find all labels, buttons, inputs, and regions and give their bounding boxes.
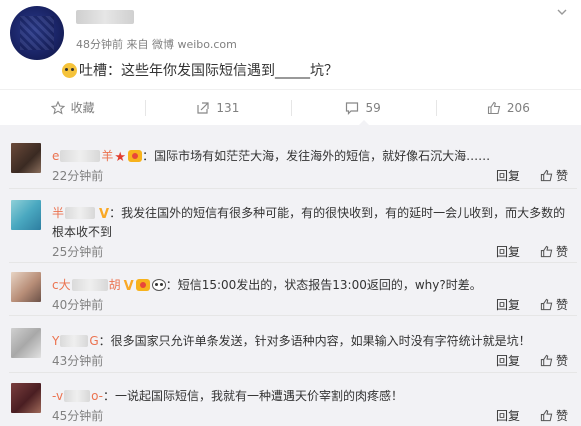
post-text-row: 吐槽：这些年你发国际短信遇到_____坑？: [62, 60, 338, 80]
comment-like-label: 赞: [556, 298, 569, 312]
comment-icon: [346, 101, 359, 115]
comment-like-button[interactable]: 赞: [540, 352, 568, 369]
reply-button[interactable]: 回复: [496, 296, 520, 313]
like-button[interactable]: 206: [435, 90, 581, 125]
weibo-post: 48分钟前 来自 微博 weibo.com 吐槽：这些年你发国际短信遇到____…: [0, 0, 581, 126]
post-action-bar: 收藏 131 59 206: [0, 89, 581, 126]
post-meta: 48分钟前 来自 微博 weibo.com: [76, 38, 237, 51]
comment-text: ：短信15:00发出的，状态报告13:00返回的，why?时差。: [165, 278, 482, 292]
comment-like-label: 赞: [556, 169, 569, 183]
comment-time: 40分钟前: [52, 298, 104, 312]
comment-line: c大 胡 V ：短信15:00发出的，状态报告13:00返回的，why?时差。: [52, 276, 482, 294]
post-text: 吐槽：这些年你发国际短信遇到_____坑？: [79, 63, 338, 79]
like-icon: [540, 409, 553, 422]
comment-button[interactable]: 59: [290, 90, 436, 126]
comment-line: Y G ：很多国家只允许单条发送，针对多语种内容，如果输入时没有字符统计就是坑！: [52, 332, 531, 349]
reply-button[interactable]: 回复: [496, 352, 520, 369]
post-username-blurred[interactable]: [76, 10, 134, 24]
avatar[interactable]: [11, 272, 41, 302]
comment-line: e 羊 ★ ：国际市场有如茫茫大海，发往海外的短信，就好像石沉大海……: [52, 147, 491, 165]
vip-badge-icon: [135, 278, 150, 291]
comment-text-continued: 根本收不到: [52, 225, 113, 239]
commenter-name-start[interactable]: c大: [52, 276, 71, 293]
reply-button[interactable]: 回复: [496, 243, 520, 260]
like-icon: [540, 169, 553, 182]
comment-time: 22分钟前: [52, 169, 104, 183]
verified-v-icon: V: [99, 206, 110, 222]
like-icon: [540, 245, 553, 258]
like-icon: [540, 354, 553, 367]
commenter-name-blurred: [60, 149, 101, 162]
repost-count: 131: [216, 100, 240, 115]
panda-badge-icon: [151, 278, 166, 291]
post-avatar[interactable]: [10, 6, 64, 60]
commenter-name-end[interactable]: 羊: [101, 147, 113, 164]
comment-count: 59: [365, 100, 381, 115]
reply-button[interactable]: 回复: [496, 167, 520, 184]
comment-like-button[interactable]: 赞: [540, 296, 568, 313]
like-icon: [487, 101, 501, 114]
commenter-name-end[interactable]: G: [89, 334, 98, 348]
comment-text: ：我发往国外的短信有很多种可能，有的很快收到，有的延时一会儿收到，而大多数的: [109, 206, 566, 220]
divider: [9, 262, 577, 263]
repost-icon: [197, 101, 210, 114]
commenter-name-blurred: [60, 334, 89, 347]
comment-time: 25分钟前: [52, 245, 104, 259]
comment-like-button[interactable]: 赞: [540, 407, 568, 424]
like-count: 206: [506, 100, 530, 115]
comment-time: 45分钟前: [52, 409, 104, 423]
avatar[interactable]: [11, 200, 41, 230]
comment-like-button[interactable]: 赞: [540, 243, 568, 260]
commenter-name-start[interactable]: e: [52, 149, 59, 163]
divider: [9, 315, 577, 316]
commenter-name-start[interactable]: -v: [52, 389, 63, 403]
cat-emoji-icon: [62, 62, 77, 78]
comment-like-label: 赞: [556, 245, 569, 259]
star-icon: [50, 100, 65, 115]
star-badge-icon: ★: [114, 149, 127, 165]
comment-like-label: 赞: [556, 354, 569, 368]
commenter-name-end[interactable]: o-: [91, 389, 103, 403]
comment-text: ：国际市场有如茫茫大海，发往海外的短信，就好像石沉大海……: [142, 149, 491, 163]
favorite-label: 收藏: [70, 101, 95, 115]
comment-line: 半 V ：我发往国外的短信有很多种可能，有的很快收到，有的延时一会儿收到，而大多…: [52, 204, 566, 222]
avatar[interactable]: [11, 143, 41, 173]
comment-text: ：一说起国际短信，我就有一种遭遇天价宰割的肉疼感！: [103, 389, 404, 403]
avatar[interactable]: [11, 383, 41, 413]
commenter-name-blurred: [65, 206, 96, 219]
comment-line: -v o- ：一说起国际短信，我就有一种遭遇天价宰割的肉疼感！: [52, 387, 403, 404]
commenter-name-end[interactable]: 胡: [109, 276, 121, 293]
repost-button[interactable]: 131: [145, 90, 290, 125]
avatar[interactable]: [11, 328, 41, 358]
divider: [9, 372, 577, 373]
reply-button[interactable]: 回复: [496, 407, 520, 424]
favorite-button[interactable]: 收藏: [0, 90, 145, 125]
verified-v-icon: V: [123, 278, 134, 294]
vip-badge-icon: [128, 149, 143, 162]
commenter-name-blurred: [64, 389, 91, 402]
comment-like-label: 赞: [556, 409, 569, 423]
comment-list: e 羊 ★ ：国际市场有如茫茫大海，发往海外的短信，就好像石沉大海…… 22分钟…: [0, 125, 581, 426]
commenter-name-start[interactable]: 半: [52, 204, 64, 221]
like-icon: [540, 298, 553, 311]
divider: [9, 188, 577, 189]
comment-time: 43分钟前: [52, 354, 104, 368]
commenter-name-blurred: [71, 278, 108, 291]
comment-text: ：很多国家只允许单条发送，针对多语种内容，如果输入时没有字符统计就是坑！: [98, 334, 531, 348]
chevron-down-icon[interactable]: [557, 8, 567, 18]
commenter-name-start[interactable]: Y: [52, 334, 59, 348]
comment-like-button[interactable]: 赞: [540, 167, 568, 184]
